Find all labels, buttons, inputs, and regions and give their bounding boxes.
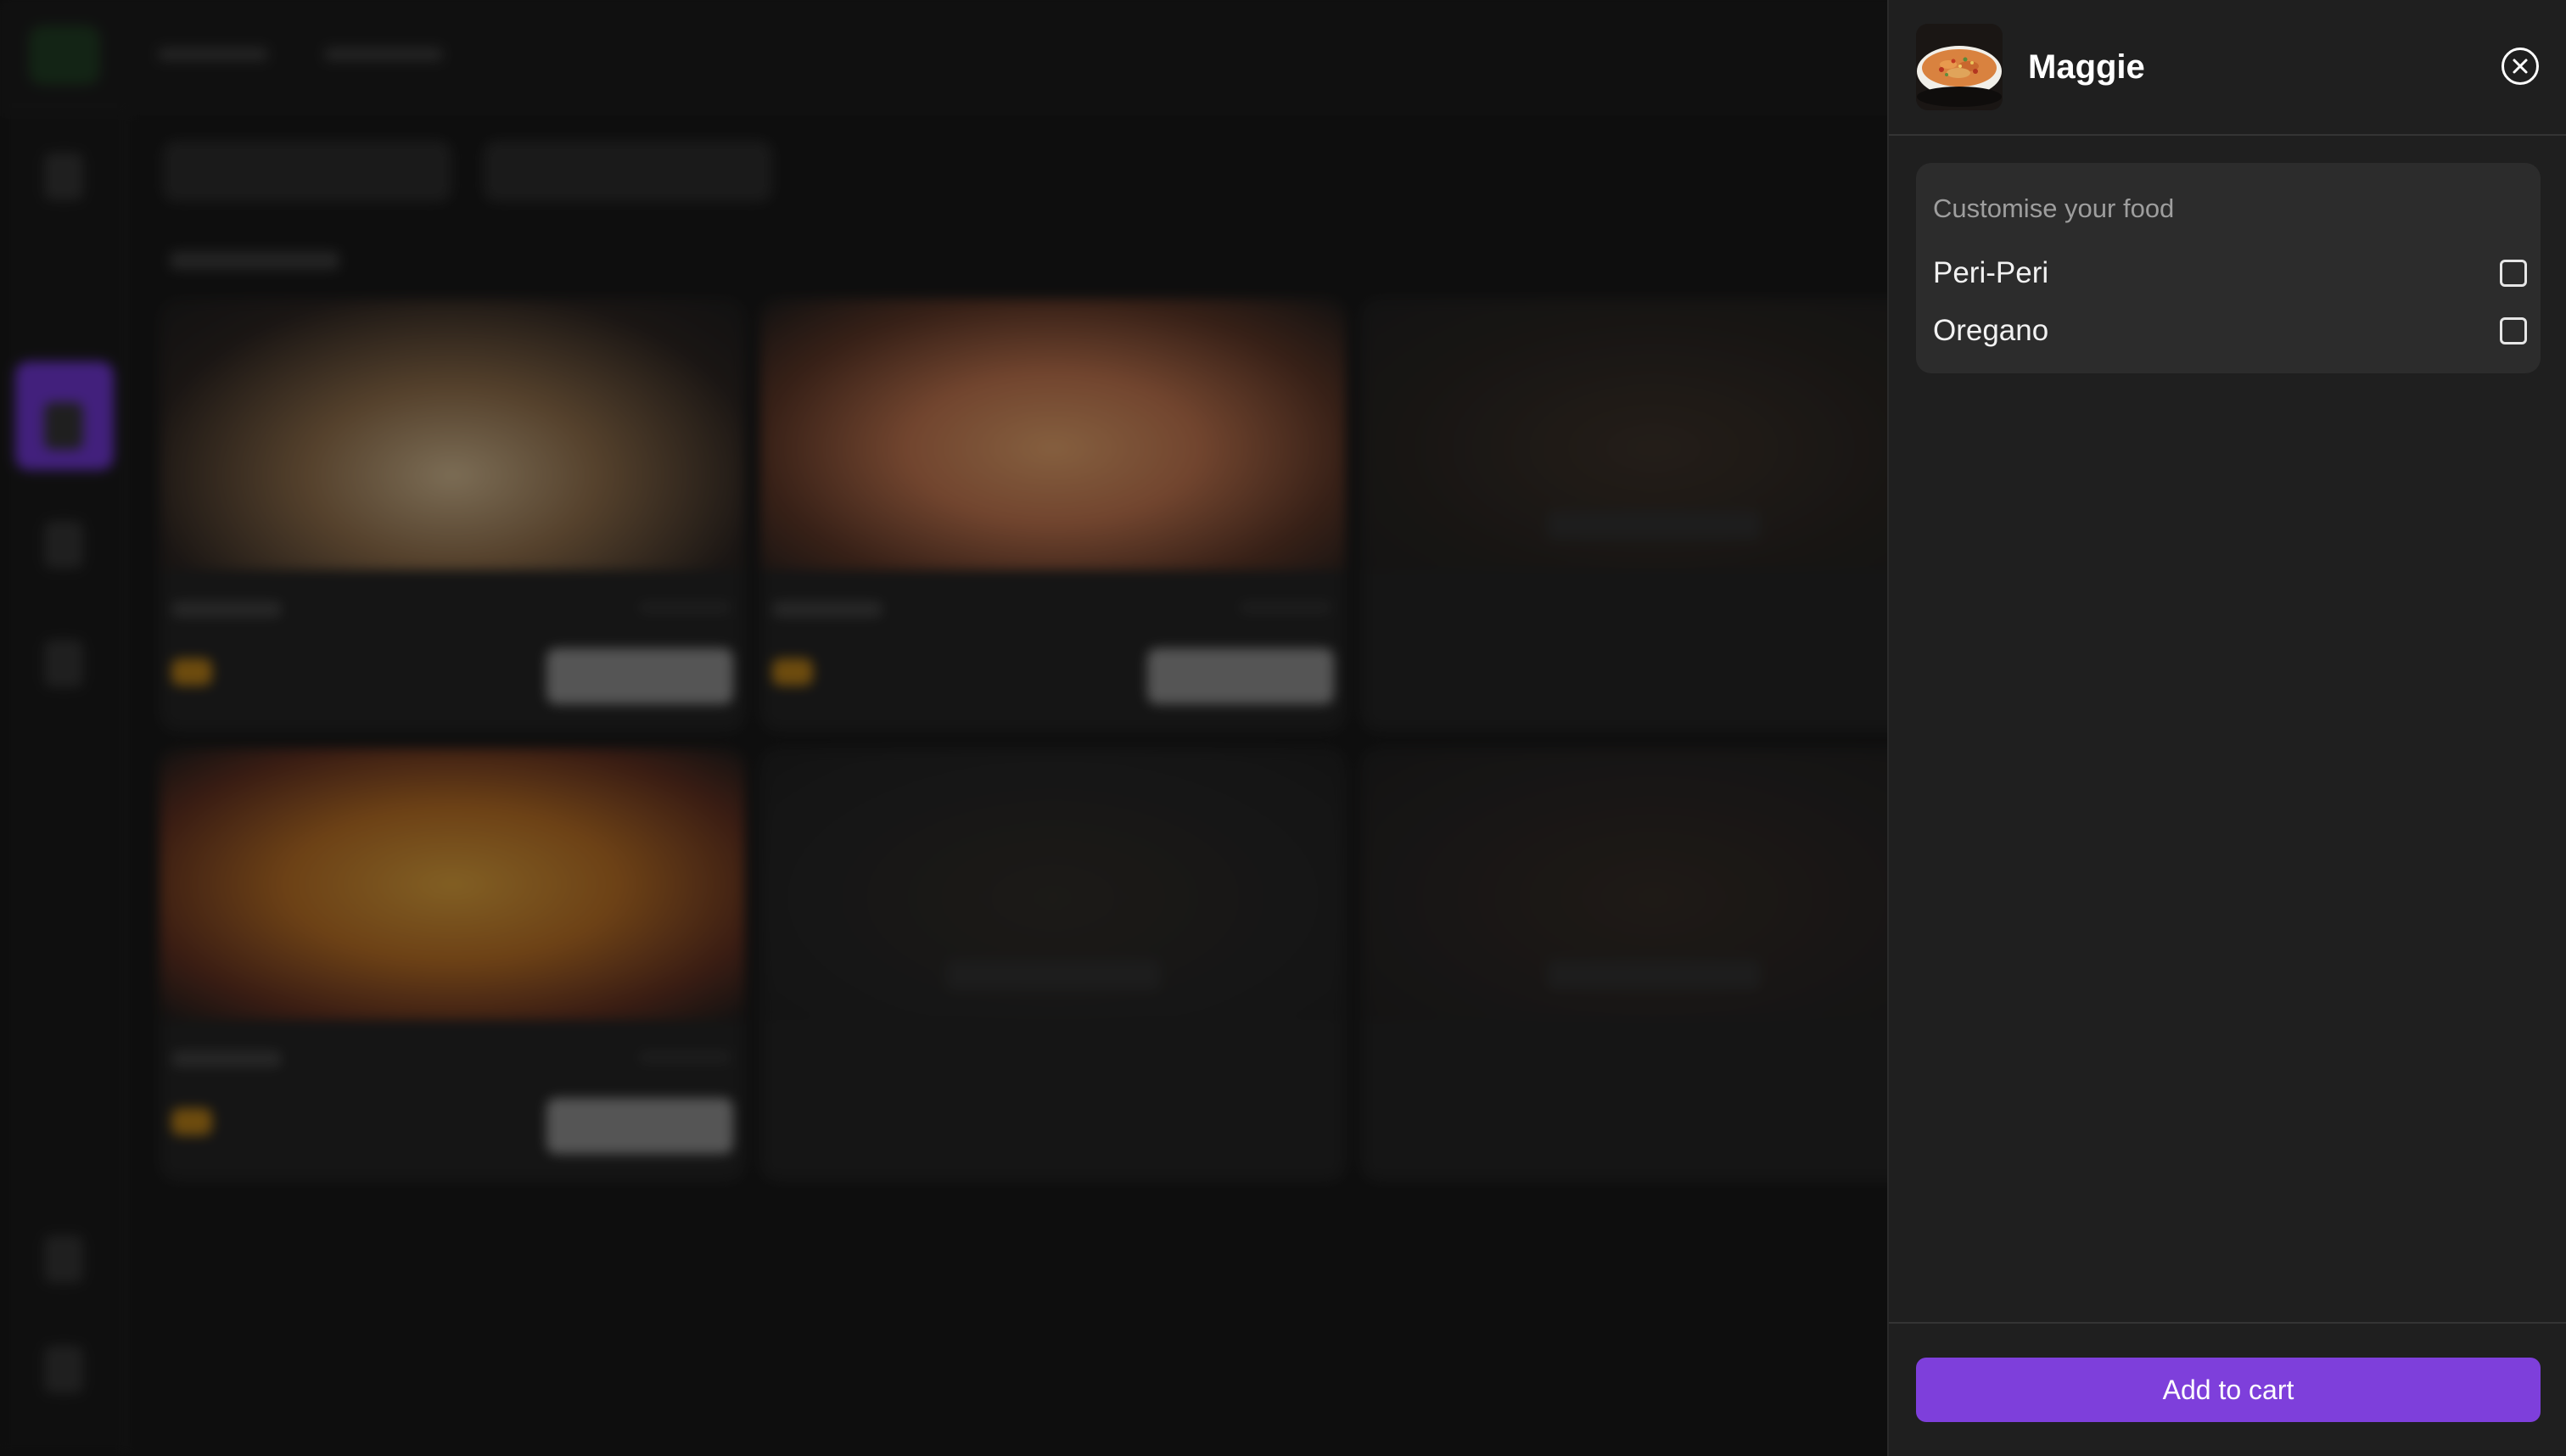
option-checkbox[interactable] xyxy=(2500,317,2527,344)
customise-drawer: Maggie Customise your food Peri-Peri Ore… xyxy=(1887,0,2566,1456)
customise-panel: Customise your food Peri-Peri Oregano xyxy=(1916,163,2541,373)
food-thumbnail xyxy=(1916,24,2003,110)
option-label: Oregano xyxy=(1933,314,2049,347)
option-oregano[interactable]: Oregano xyxy=(1933,309,2527,353)
drawer-footer: Add to cart xyxy=(1889,1322,2566,1456)
app-root: Maggie Customise your food Peri-Peri Ore… xyxy=(0,0,2566,1456)
drawer-title: Maggie xyxy=(2028,48,2145,86)
drawer-header: Maggie xyxy=(1889,0,2566,136)
option-checkbox[interactable] xyxy=(2500,260,2527,287)
add-to-cart-button[interactable]: Add to cart xyxy=(1916,1358,2541,1422)
close-button[interactable] xyxy=(2502,48,2539,85)
customise-heading: Customise your food xyxy=(1933,193,2175,223)
maggie-food-thumbnail-icon xyxy=(1916,24,2003,110)
option-peri-peri[interactable]: Peri-Peri xyxy=(1933,251,2527,295)
option-label: Peri-Peri xyxy=(1933,256,2049,289)
close-circle-icon xyxy=(2513,59,2528,74)
